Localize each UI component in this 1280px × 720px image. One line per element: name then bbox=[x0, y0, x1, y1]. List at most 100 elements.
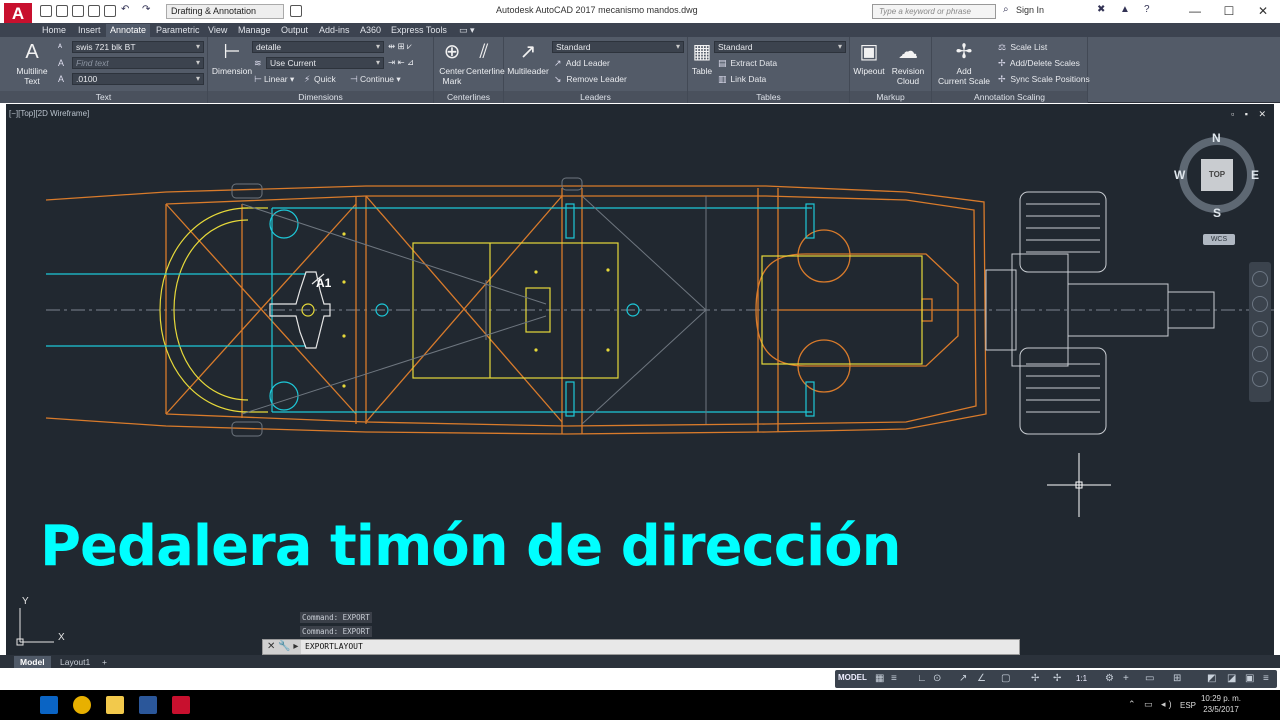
annotation-scale[interactable]: 1:1 bbox=[1076, 674, 1087, 683]
help-icon[interactable]: ? bbox=[1144, 4, 1150, 15]
viewport-label[interactable]: [−][Top][2D Wireframe] bbox=[9, 109, 89, 118]
exchange-icon[interactable]: ✖ bbox=[1097, 4, 1105, 15]
tab-view[interactable]: View bbox=[204, 24, 231, 37]
continue-button[interactable]: ⊣ Continue ▾ bbox=[350, 74, 401, 85]
text-height-input[interactable]: .0100 bbox=[72, 73, 204, 85]
taskbar-clock[interactable]: 10:29 p. m. 23/5/2017 bbox=[1200, 693, 1242, 715]
annotation-visibility-icon[interactable]: ✢ bbox=[1031, 673, 1039, 684]
compass-south[interactable]: S bbox=[1213, 206, 1221, 220]
a360-icon[interactable]: ▲ bbox=[1120, 4, 1130, 15]
wipeout-button[interactable]: ▣ Wipeout bbox=[850, 40, 888, 76]
command-line-icons[interactable]: ✕ 🔧 ▸ bbox=[263, 640, 301, 654]
add-current-scale-button[interactable]: ✢ Add Current Scale bbox=[936, 40, 992, 86]
compass-east[interactable]: E bbox=[1251, 168, 1259, 182]
file-explorer-icon[interactable] bbox=[106, 696, 124, 714]
search-icon[interactable]: ⌕ bbox=[1003, 4, 1009, 15]
dim-edit-icons[interactable]: ⇥ ⇤ ⊿ bbox=[388, 57, 414, 68]
dimensions-panel-title[interactable]: Dimensions bbox=[208, 91, 433, 103]
print-icon[interactable] bbox=[104, 5, 116, 17]
dim-style-select[interactable]: detalle bbox=[252, 41, 384, 53]
share-icon[interactable] bbox=[290, 5, 302, 17]
tab-insert[interactable]: Insert bbox=[74, 24, 105, 37]
viewcube-top[interactable]: TOP bbox=[1201, 159, 1233, 191]
save-as-icon[interactable] bbox=[88, 5, 100, 17]
tab-home[interactable]: Home bbox=[38, 24, 70, 37]
units-icon[interactable]: ▭ bbox=[1145, 673, 1154, 684]
add-layout-button[interactable]: + bbox=[96, 656, 113, 668]
workspace-select[interactable]: Drafting & Annotation bbox=[166, 4, 284, 19]
model-space-button[interactable]: MODEL bbox=[838, 673, 867, 682]
input-language[interactable]: ESP bbox=[1180, 701, 1196, 710]
table-button[interactable]: ▦ Table bbox=[688, 40, 716, 76]
clean-screen-icon[interactable]: ▣ bbox=[1245, 673, 1254, 684]
polar-icon[interactable]: ⊙ bbox=[933, 673, 941, 684]
undo-icon[interactable]: ↶ bbox=[121, 4, 129, 15]
maximize-button[interactable]: ☐ bbox=[1212, 0, 1246, 22]
centerline-button[interactable]: ⫽ Centerline bbox=[466, 40, 505, 76]
tab-manage[interactable]: Manage bbox=[234, 24, 275, 37]
orbit-icon[interactable] bbox=[1252, 346, 1268, 362]
multileader-button[interactable]: ↗ Multileader bbox=[506, 40, 550, 76]
pan-icon[interactable] bbox=[1252, 296, 1268, 312]
snap-icon[interactable]: ≡ bbox=[891, 673, 897, 684]
isodraft-icon[interactable]: ↗ bbox=[959, 673, 967, 684]
zoom-icon[interactable] bbox=[1252, 321, 1268, 337]
close-button[interactable]: ✕ bbox=[1246, 0, 1280, 22]
tab-layout1[interactable]: Layout1 bbox=[54, 656, 96, 668]
chrome-icon[interactable] bbox=[73, 696, 91, 714]
steering-wheel-icon[interactable] bbox=[1252, 271, 1268, 287]
osnap-tracking-icon[interactable]: ∠ bbox=[977, 673, 986, 684]
ribbon-toggle-icon[interactable]: ▭ ▾ bbox=[455, 24, 479, 37]
command-input[interactable]: EXPORTLAYOUT bbox=[305, 640, 363, 654]
autocad-logo-icon[interactable]: A bbox=[4, 3, 32, 25]
compass-north[interactable]: N bbox=[1212, 131, 1221, 145]
word-icon[interactable] bbox=[139, 696, 157, 714]
scale-list-button[interactable]: ⚖ Scale List bbox=[998, 42, 1047, 53]
remove-leader-button[interactable]: ↘ Remove Leader bbox=[554, 74, 627, 85]
table-style-select[interactable]: Standard bbox=[714, 41, 846, 53]
isolate-objects-icon[interactable]: ◩ bbox=[1207, 673, 1216, 684]
tab-output[interactable]: Output bbox=[277, 24, 312, 37]
leader-style-select[interactable]: Standard bbox=[552, 41, 684, 53]
text-style-select[interactable]: swis 721 blk BT bbox=[72, 41, 204, 53]
ortho-icon[interactable]: ∟ bbox=[917, 673, 927, 684]
workspace-switching-icon[interactable]: ⚙ bbox=[1105, 673, 1114, 684]
dimension-button[interactable]: ⊢ Dimension bbox=[210, 40, 254, 76]
autocad-taskbar-icon[interactable] bbox=[172, 696, 190, 714]
tab-express-tools[interactable]: Express Tools bbox=[387, 24, 451, 37]
compass-west[interactable]: W bbox=[1174, 168, 1185, 182]
find-text-input[interactable]: Find text bbox=[72, 57, 204, 69]
add-delete-scales-button[interactable]: ✢ Add/Delete Scales bbox=[998, 58, 1080, 69]
tables-panel-title[interactable]: Tables bbox=[688, 91, 849, 103]
tab-model[interactable]: Model bbox=[14, 656, 51, 668]
search-input[interactable]: Type a keyword or phrase bbox=[872, 4, 996, 19]
open-file-icon[interactable] bbox=[56, 5, 68, 17]
customization-icon[interactable]: ≡ bbox=[1263, 673, 1269, 684]
leaders-panel-title[interactable]: Leaders bbox=[504, 91, 687, 103]
redo-icon[interactable]: ↷ bbox=[142, 4, 150, 15]
text-panel-title[interactable]: Text bbox=[0, 91, 207, 103]
new-file-icon[interactable] bbox=[40, 5, 52, 17]
sign-in-link[interactable]: Sign In bbox=[1016, 5, 1044, 15]
tab-parametric[interactable]: Parametric bbox=[152, 24, 204, 37]
drawing-canvas[interactable]: [−][Top][2D Wireframe] ▫ ▪ ✕ A1 N S E W … bbox=[6, 104, 1274, 655]
dim-layer-select[interactable]: Use Current bbox=[266, 57, 384, 69]
grid-icon[interactable]: ▦ bbox=[875, 673, 884, 684]
autoscale-icon[interactable]: ✢ bbox=[1053, 673, 1061, 684]
system-tray-icons[interactable]: ⌃ ▭ ◂) bbox=[1128, 699, 1175, 710]
linear-button[interactable]: ⊢ Linear ▾ bbox=[254, 74, 294, 85]
quick-properties-icon[interactable]: ⊞ bbox=[1173, 673, 1181, 684]
annotation-monitor-icon[interactable]: + bbox=[1123, 673, 1129, 684]
link-data-button[interactable]: ▥ Link Data bbox=[718, 74, 766, 85]
revision-cloud-button[interactable]: ☁ Revision Cloud bbox=[888, 40, 928, 86]
command-line[interactable]: ✕ 🔧 ▸ EXPORTLAYOUT bbox=[262, 639, 1020, 655]
extract-data-button[interactable]: ▤ Extract Data bbox=[718, 58, 777, 69]
sync-scale-positions-button[interactable]: ✢ Sync Scale Positions bbox=[998, 74, 1090, 85]
wcs-menu[interactable]: WCS bbox=[1203, 234, 1235, 245]
add-leader-button[interactable]: ↗ Add Leader bbox=[554, 58, 610, 69]
tab-a360[interactable]: A360 bbox=[356, 24, 385, 37]
hardware-acceleration-icon[interactable]: ◪ bbox=[1227, 673, 1236, 684]
viewport-controls[interactable]: ▫ ▪ ✕ bbox=[1231, 109, 1270, 120]
dim-tools-icons[interactable]: ⇹ ⊞ ⩗ bbox=[388, 41, 412, 52]
minimize-button[interactable]: — bbox=[1178, 0, 1212, 22]
